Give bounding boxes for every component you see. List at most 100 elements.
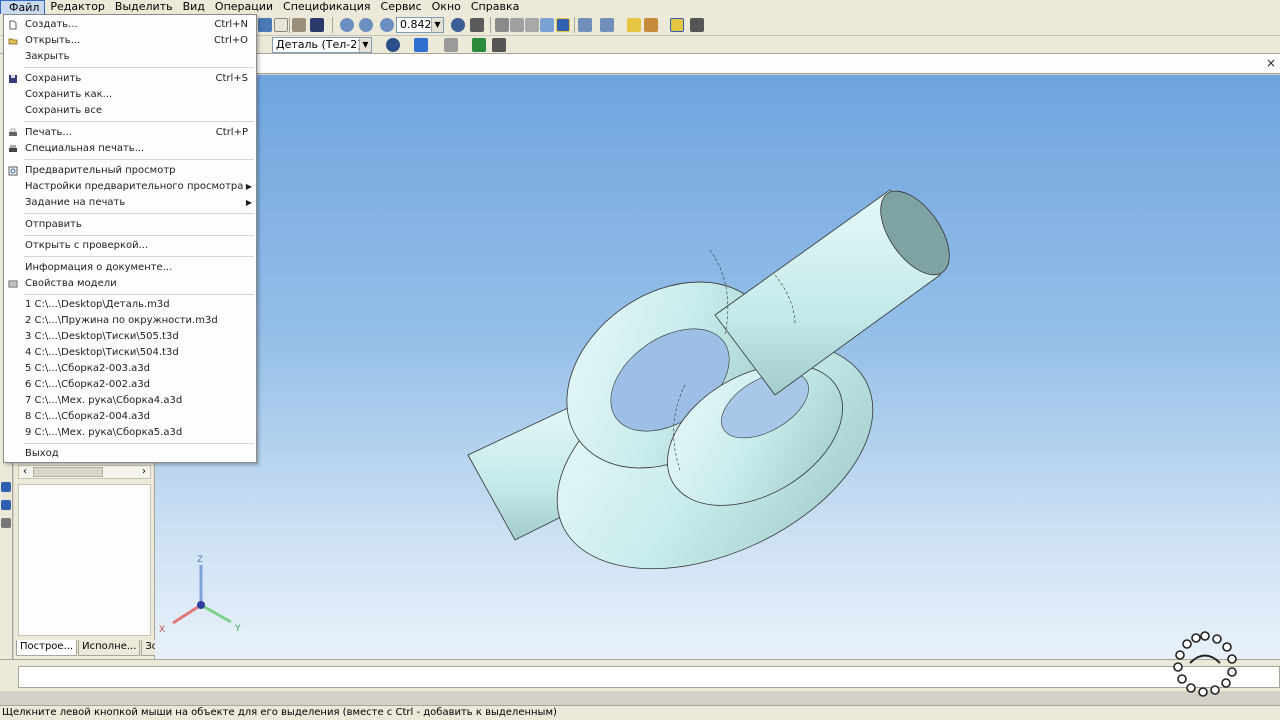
pan-icon[interactable]	[470, 18, 484, 32]
menu-item-close[interactable]: Закрыть	[4, 49, 256, 65]
recent-file-3[interactable]: 3 C:\...\Desktop\Тиски\505.t3d	[4, 329, 256, 345]
menu-item-save-all[interactable]: Сохранить все	[4, 103, 256, 119]
tree-horizontal-scrollbar[interactable]: ‹ ›	[18, 465, 151, 479]
recent-file-8[interactable]: 8 C:\...\Сборка2-004.a3d	[4, 409, 256, 425]
recent-file-6[interactable]: 6 C:\...\Сборка2-002.a3d	[4, 377, 256, 393]
variables-icon[interactable]	[292, 18, 306, 32]
recent-file-2[interactable]: 2 C:\...\Пружина по окружности.m3d	[4, 313, 256, 329]
select-filter-icon[interactable]	[600, 18, 614, 32]
tab-construction[interactable]: Построе...	[16, 640, 78, 656]
part-selector-value: Деталь (Тел-2)	[276, 38, 362, 51]
help-pointer-icon[interactable]	[310, 18, 324, 32]
status-bar: Щелкните левой кнопкой мыши на объекте д…	[0, 705, 1280, 720]
file-menu-dropdown: Создать... Ctrl+N Открыть... Ctrl+O Закр…	[3, 14, 257, 463]
save-icon	[9, 75, 17, 83]
menu-item-send[interactable]: Отправить	[4, 217, 256, 233]
menu-select[interactable]: Выделить	[110, 0, 178, 14]
menu-specification[interactable]: Спецификация	[278, 0, 375, 14]
separator	[490, 17, 491, 33]
filter-icon[interactable]	[578, 18, 592, 32]
recent-file-5[interactable]: 5 C:\...\Сборка2-003.a3d	[4, 361, 256, 377]
axes-triad: Z X Y	[159, 555, 241, 635]
color-icon[interactable]	[386, 38, 400, 52]
tab-variants[interactable]: Исполне...	[78, 640, 141, 656]
menu-service[interactable]: Сервис	[376, 0, 427, 14]
wireframe-icon[interactable]	[510, 18, 524, 32]
menu-item-open[interactable]: Открыть... Ctrl+O	[4, 33, 256, 49]
model-canvas: Z X Y	[159, 179, 963, 635]
measure-icon[interactable]	[690, 18, 704, 32]
manager-icon[interactable]	[644, 18, 658, 32]
menu-item-print[interactable]: Печать... Ctrl+P	[4, 125, 256, 141]
menu-item-exit[interactable]: Выход	[4, 446, 256, 462]
view-orientation-icon[interactable]	[495, 18, 509, 32]
model-properties-icon	[8, 280, 18, 288]
menu-file[interactable]: Файл	[0, 0, 46, 14]
submenu-arrow-icon: ▶	[245, 182, 252, 191]
tool-icon[interactable]	[1, 500, 11, 510]
tool-icon[interactable]	[1, 482, 11, 492]
menu-item-document-info[interactable]: Информация о документе...	[4, 260, 256, 276]
layer-icon[interactable]	[444, 38, 458, 52]
knot-model[interactable]	[467, 179, 963, 614]
3d-viewport[interactable]: Z X Y	[155, 75, 1280, 659]
part-selector-combo[interactable]: Деталь (Тел-2) ▼	[272, 37, 372, 53]
separator	[289, 17, 290, 33]
menu-help[interactable]: Справка	[466, 0, 524, 14]
special-print-icon	[9, 145, 17, 152]
scrollbar-thumb[interactable]	[33, 467, 103, 477]
tool-icon[interactable]	[1, 518, 11, 528]
recent-file-9[interactable]: 9 C:\...\Мех. рука\Сборка5.a3d	[4, 425, 256, 441]
close-icon[interactable]: ×	[1266, 56, 1276, 70]
menu-separator	[24, 121, 254, 122]
chevron-right-icon[interactable]: ›	[138, 466, 150, 478]
chevron-down-icon[interactable]: ▼	[359, 38, 371, 52]
submenu-arrow-icon: ▶	[245, 198, 252, 207]
chevron-down-icon[interactable]: ▼	[431, 18, 443, 32]
menu-item-save-as[interactable]: Сохранить как...	[4, 87, 256, 103]
y-axis	[200, 603, 232, 624]
menu-separator	[24, 256, 254, 257]
menu-item-model-properties[interactable]: Свойства модели	[4, 276, 256, 292]
preview-icon	[8, 166, 18, 176]
recent-file-4[interactable]: 4 C:\...\Desktop\Тиски\504.t3d	[4, 345, 256, 361]
fx-icon[interactable]	[274, 18, 288, 32]
zoom-window-icon[interactable]	[340, 18, 354, 32]
menu-item-preview-settings[interactable]: Настройки предварительного просмотра ▶	[4, 179, 256, 195]
text-icon[interactable]	[492, 38, 506, 52]
menu-separator	[24, 443, 254, 444]
zoom-icon[interactable]	[380, 18, 394, 32]
menu-editor[interactable]: Редактор	[45, 0, 110, 14]
shaded-edges-icon[interactable]	[556, 18, 570, 32]
surface-icon[interactable]	[414, 38, 428, 52]
hidden-lines-icon[interactable]	[525, 18, 539, 32]
new-document-icon	[9, 20, 17, 30]
recent-file-1[interactable]: 1 C:\...\Desktop\Деталь.m3d	[4, 297, 256, 313]
menu-item-new[interactable]: Создать... Ctrl+N	[4, 17, 256, 33]
zoom-value-combo[interactable]: 0.8420 ▼	[396, 17, 444, 33]
rotate-icon[interactable]	[451, 18, 465, 32]
zoom-scale-icon[interactable]	[359, 18, 373, 32]
menu-separator	[24, 213, 254, 214]
menu-item-print-job[interactable]: Задание на печать ▶	[4, 195, 256, 211]
separator	[332, 17, 333, 33]
grid-icon[interactable]	[258, 18, 272, 32]
menu-window[interactable]: Окно	[427, 0, 466, 14]
menu-separator	[24, 294, 254, 295]
chevron-left-icon[interactable]: ‹	[19, 466, 31, 478]
x-axis	[172, 603, 202, 625]
menu-separator	[24, 159, 254, 160]
tree-icon[interactable]	[472, 38, 486, 52]
property-field[interactable]	[18, 666, 1280, 688]
recent-file-7[interactable]: 7 C:\...\Мех. рука\Сборка4.a3d	[4, 393, 256, 409]
shaded-icon[interactable]	[540, 18, 554, 32]
menu-operations[interactable]: Операции	[210, 0, 278, 14]
menu-item-save[interactable]: Сохранить Ctrl+S	[4, 71, 256, 87]
library-icon[interactable]	[627, 18, 641, 32]
tree-lower-pane	[18, 484, 151, 636]
properties-icon[interactable]	[670, 18, 684, 32]
menu-view[interactable]: Вид	[178, 0, 210, 14]
menu-item-preview[interactable]: Предварительный просмотр	[4, 163, 256, 179]
menu-item-special-print[interactable]: Специальная печать...	[4, 141, 256, 157]
menu-item-open-with-check[interactable]: Открыть с проверкой...	[4, 238, 256, 254]
